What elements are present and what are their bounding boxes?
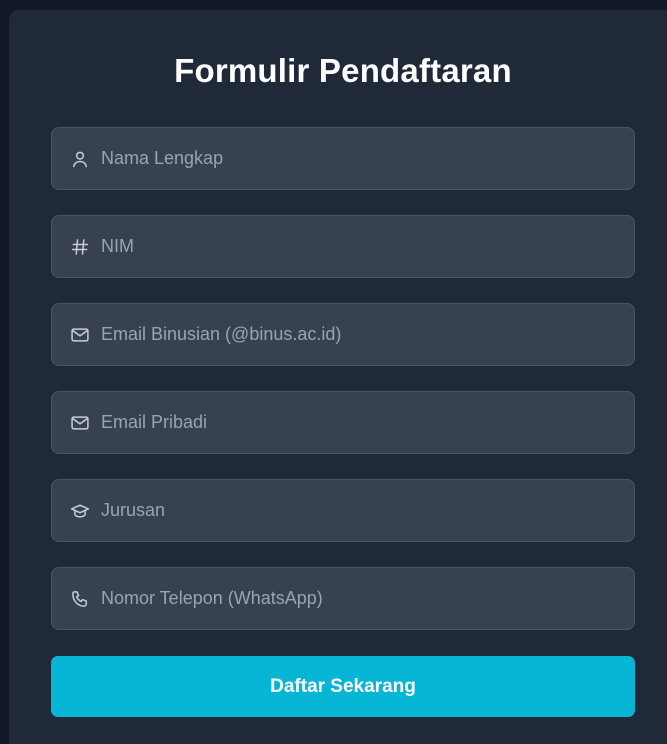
mail-icon bbox=[69, 412, 91, 434]
page: Formulir Pendaftaran Nama Lengkap NIM Em… bbox=[0, 0, 667, 744]
graduation-cap-icon bbox=[69, 500, 91, 522]
form-title: Formulir Pendaftaran bbox=[174, 52, 512, 89]
submit-button[interactable]: Daftar Sekarang bbox=[51, 656, 635, 717]
name-field[interactable] bbox=[51, 127, 635, 190]
phone-field[interactable] bbox=[51, 567, 635, 630]
email-binusian-field[interactable] bbox=[51, 303, 635, 366]
registration-card bbox=[9, 10, 667, 744]
mail-icon bbox=[69, 324, 91, 346]
phone-icon bbox=[69, 588, 91, 610]
phone-input[interactable] bbox=[101, 568, 634, 629]
email-pribadi-field[interactable] bbox=[51, 391, 635, 454]
jurusan-field[interactable] bbox=[51, 479, 635, 542]
hash-icon bbox=[69, 236, 91, 258]
name-input[interactable] bbox=[101, 128, 634, 189]
email-pribadi-input[interactable] bbox=[101, 392, 634, 453]
jurusan-input[interactable] bbox=[101, 480, 634, 541]
email-binusian-input[interactable] bbox=[101, 304, 634, 365]
user-icon bbox=[69, 148, 91, 170]
nim-input[interactable] bbox=[101, 216, 634, 277]
nim-field[interactable] bbox=[51, 215, 635, 278]
